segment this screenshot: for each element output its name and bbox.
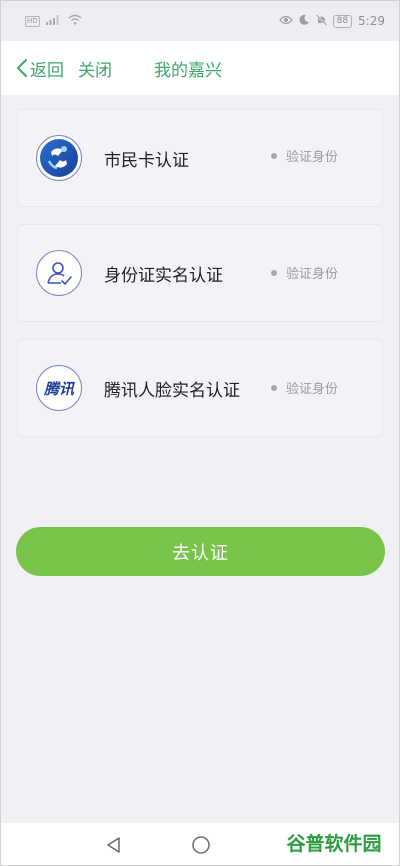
card-label: 腾讯人脸实名认证 bbox=[104, 380, 240, 401]
close-button[interactable]: 关闭 bbox=[78, 56, 112, 81]
status-dot bbox=[270, 384, 277, 391]
card-label: 身份证实名认证 bbox=[104, 265, 223, 286]
back-button[interactable]: 返回 bbox=[15, 56, 64, 81]
signal-icon bbox=[45, 14, 62, 28]
watermark: 谷普软件园 bbox=[273, 825, 395, 859]
circle-home-icon bbox=[192, 836, 210, 854]
card-status-text: 验证身份 bbox=[285, 267, 338, 282]
app-frame: HD 88 5:29 返回 关闭 我的嘉兴 市民卡认证 验证身份 身份证实名认证… bbox=[0, 0, 400, 866]
watermark-text: 谷普软件园 bbox=[286, 832, 382, 855]
id-card-auth-option[interactable]: 身份证实名认证 验证身份 bbox=[17, 224, 383, 322]
status-left: HD bbox=[25, 14, 82, 28]
status-dot bbox=[270, 269, 277, 276]
system-home-button[interactable] bbox=[191, 835, 211, 855]
triangle-back-icon bbox=[107, 837, 120, 853]
wifi-icon bbox=[68, 14, 82, 28]
navigation-bar: 返回 关闭 我的嘉兴 bbox=[1, 41, 399, 95]
card-status: 验证身份 bbox=[270, 263, 338, 282]
status-right: 88 5:29 bbox=[278, 13, 385, 29]
status-dot bbox=[270, 152, 277, 159]
page-title: 我的嘉兴 bbox=[154, 60, 222, 81]
verify-button[interactable]: 去认证 bbox=[16, 527, 385, 576]
moon-icon bbox=[299, 14, 310, 28]
card-status-text: 验证身份 bbox=[285, 382, 338, 397]
chevron-left-icon bbox=[17, 59, 27, 77]
tencent-face-auth-option[interactable]: 腾讯 腾讯人脸实名认证 验证身份 bbox=[17, 339, 383, 437]
person-check-icon bbox=[36, 250, 82, 296]
citizen-card-auth-option[interactable]: 市民卡认证 验证身份 bbox=[17, 109, 383, 207]
status-time: 5:29 bbox=[358, 14, 385, 28]
back-button-label: 返回 bbox=[30, 60, 64, 81]
eye-icon bbox=[278, 15, 293, 28]
citizen-card-logo-icon bbox=[36, 135, 82, 181]
system-back-button[interactable] bbox=[104, 835, 124, 855]
status-bar: HD 88 5:29 bbox=[1, 1, 399, 41]
card-status: 验证身份 bbox=[270, 378, 338, 397]
tencent-logo-icon: 腾讯 bbox=[36, 365, 82, 411]
card-status: 验证身份 bbox=[270, 146, 338, 165]
card-status-text: 验证身份 bbox=[285, 150, 338, 165]
tencent-logo-text: 腾讯 bbox=[43, 379, 74, 398]
card-label: 市民卡认证 bbox=[104, 150, 189, 171]
mute-bell-icon bbox=[315, 13, 327, 29]
hd-badge: HD bbox=[25, 15, 40, 27]
battery-indicator: 88 bbox=[332, 14, 353, 28]
